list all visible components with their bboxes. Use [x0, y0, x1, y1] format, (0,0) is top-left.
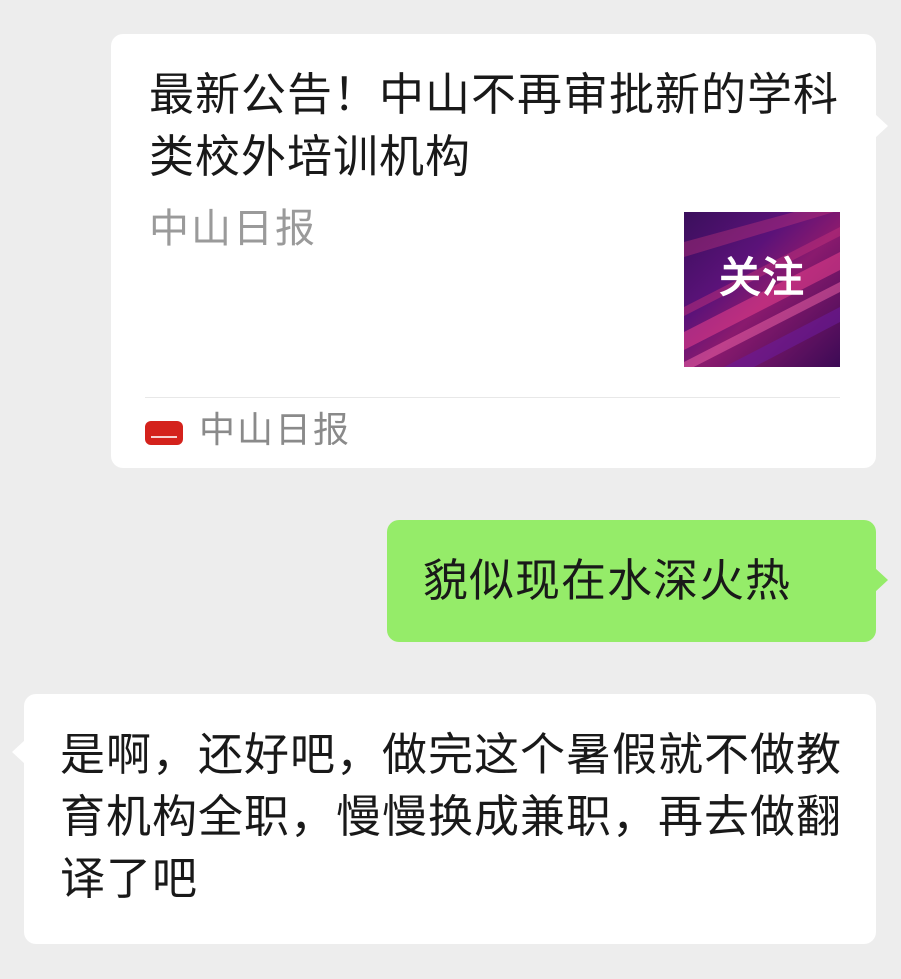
article-share-card[interactable]: 最新公告！中山不再审批新的学科类校外培训机构 中山日报 关注 中山日报 [111, 34, 888, 468]
received-message-text: 是啊，还好吧，做完这个暑假就不做教育机构全职，慢慢换成兼职，再去做翻译了吧 [60, 728, 843, 905]
logo-underline [151, 436, 177, 438]
article-title: 最新公告！中山不再审批新的学科类校外培训机构 [149, 68, 840, 183]
card-divider [145, 397, 840, 398]
article-thumbnail: 关注 [684, 212, 840, 367]
sent-message-text: 貌似现在水深火热 [423, 554, 792, 607]
article-source: 中山日报 [149, 206, 317, 252]
sent-message-bubble[interactable]: 貌似现在水深火热 [387, 520, 888, 642]
official-account-name: 中山日报 [199, 410, 352, 451]
bubble-tail [12, 740, 25, 764]
bubble-tail [875, 568, 888, 592]
newspaper-logo-icon [145, 421, 183, 445]
received-message-bubble[interactable]: 是啊，还好吧，做完这个暑假就不做教育机构全职，慢慢换成兼职，再去做翻译了吧 [12, 694, 876, 944]
bubble-tail [875, 114, 888, 138]
thumbnail-label: 关注 [718, 253, 805, 302]
